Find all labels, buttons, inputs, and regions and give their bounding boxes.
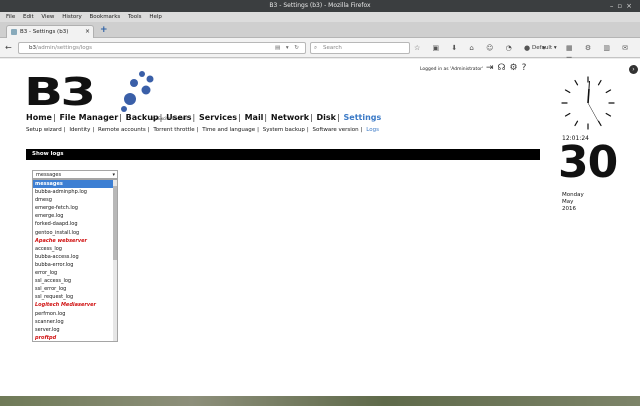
log-option-group: Logitech Mediaserver — [35, 302, 96, 309]
url-path: /admin/settings/logs — [36, 45, 92, 51]
section-header: Show logs — [26, 149, 540, 160]
tab-strip: B3 - Settings (b3) × + — [0, 22, 640, 38]
chevron-down-icon: ▾ — [112, 172, 115, 178]
subnav-logs[interactable]: Logs — [366, 127, 379, 133]
header-icons: ⇥☊⚙? — [486, 63, 530, 73]
logo-text: B3 — [24, 70, 96, 114]
menu-bookmarks[interactable]: Bookmarks — [90, 14, 121, 20]
log-option-group: proftpd — [35, 334, 57, 341]
logo-dots-icon — [121, 71, 154, 112]
scrollbar-thumb[interactable] — [113, 186, 117, 260]
log-option[interactable]: error_log — [33, 269, 117, 277]
back-icon[interactable]: ← — [5, 42, 12, 54]
toolbar-icons[interactable]: ☆ ▣ ⬇ ⌂ ☺ ◔ ● ▾ — [414, 42, 551, 54]
b3-logo[interactable]: B3 by Excito Sweden — [24, 71, 187, 121]
window-controls[interactable]: –▫× — [610, 0, 636, 12]
log-option[interactable]: bubba-error.log — [33, 261, 117, 269]
nav-mail[interactable]: Mail — [245, 113, 264, 122]
nav-file-manager[interactable]: File Manager — [59, 113, 118, 122]
log-option[interactable]: perfmon.log — [33, 310, 117, 318]
log-option[interactable]: gentoo_install.log — [33, 229, 117, 237]
settings-subnav: Setup wizard | Identity | Remote accounts |… — [26, 127, 379, 133]
menu-history[interactable]: History — [62, 14, 82, 20]
log-option[interactable]: server.log — [33, 326, 117, 334]
calendar-month: May — [562, 199, 574, 205]
search-placeholder: Search — [323, 45, 342, 51]
url-host: b3 — [29, 45, 36, 51]
log-select-value: messages — [36, 172, 62, 178]
log-option[interactable]: bubba-access.log — [33, 253, 117, 261]
default-label: Default — [532, 45, 553, 51]
tab-label: B3 - Settings (b3) — [20, 29, 69, 35]
question-icon[interactable]: ? — [522, 63, 531, 73]
calendar-day: 30 — [558, 137, 618, 188]
log-option[interactable]: forked-daapd.log — [33, 220, 117, 228]
browser-window: B3 - Settings (b3) - Mozilla Firefox –▫×… — [0, 0, 640, 396]
nav-network[interactable]: Network — [271, 113, 309, 122]
navigation-toolbar: ← b3/admin/settings/logs ▤ ▾ ↻ ⌕ Search … — [0, 38, 640, 64]
log-option[interactable]: emerge-fetch.log — [33, 204, 117, 212]
nav-services[interactable]: Services — [199, 113, 237, 122]
subnav-software-version[interactable]: Software version — [313, 127, 359, 133]
log-select[interactable]: messages ▾ — [32, 170, 118, 179]
subnav-identity[interactable]: Identity — [69, 127, 90, 133]
log-option-group: Apache webserver — [35, 237, 88, 244]
logout-icon[interactable]: ⇥ — [486, 63, 498, 73]
favicon-icon — [11, 29, 17, 35]
menu-help[interactable]: Help — [149, 14, 162, 20]
search-icon: ⌕ — [314, 45, 318, 51]
subnav-remote-accounts[interactable]: Remote accounts — [98, 127, 146, 133]
menu-view[interactable]: View — [41, 14, 54, 20]
nav-users[interactable]: Users — [166, 113, 191, 122]
window-titlebar: B3 - Settings (b3) - Mozilla Firefox –▫× — [0, 0, 640, 12]
log-option[interactable]: ssl_access_log — [33, 277, 117, 285]
web-page: › B3 by Excito Sweden Logged in as 'Admi… — [0, 59, 640, 396]
gear-icon[interactable]: ⚙ — [510, 63, 522, 73]
log-option[interactable]: access_log — [33, 245, 117, 253]
log-option[interactable]: dmesg — [33, 196, 117, 204]
logged-in-status: Logged in as 'Administrator' — [420, 67, 484, 72]
new-tab-button[interactable]: + — [100, 25, 108, 35]
default-profile[interactable]: Default ▾ — [532, 42, 557, 54]
menu-file[interactable]: File — [6, 14, 15, 20]
search-input[interactable]: ⌕ Search — [310, 42, 410, 54]
log-option[interactable]: messages — [33, 180, 117, 189]
nav-home[interactable]: Home — [26, 113, 52, 122]
analog-clock — [561, 76, 615, 130]
subnav-torrent-throttle[interactable]: Torrent throttle — [153, 127, 194, 133]
close-tab-icon[interactable]: × — [85, 26, 90, 38]
tab-b3-settings[interactable]: B3 - Settings (b3) × — [6, 25, 94, 38]
nav-disk[interactable]: Disk — [317, 113, 336, 122]
menubar: File Edit View History Bookmarks Tools H… — [0, 12, 640, 22]
menu-edit[interactable]: Edit — [23, 14, 34, 20]
log-option[interactable]: scanner.log — [33, 318, 117, 326]
url-actions-icon[interactable]: ▤ ▾ ↻ — [275, 43, 301, 54]
log-option[interactable]: ssl_error_log — [33, 285, 117, 293]
menu-tools[interactable]: Tools — [128, 14, 142, 20]
nav-backup[interactable]: Backup — [126, 113, 159, 122]
chevron-right-icon[interactable]: › — [629, 65, 638, 74]
log-option[interactable]: ssl_request_log — [33, 293, 117, 301]
main-navigation: Home| File Manager| Backup| Users| Servi… — [26, 113, 382, 122]
help-desk-icon[interactable]: ☊ — [498, 63, 510, 73]
calendar-weekday: Monday — [562, 192, 584, 198]
subnav-time-language[interactable]: Time and language — [202, 127, 255, 133]
listbox-scrollbar[interactable] — [113, 180, 117, 341]
subnav-setup-wizard[interactable]: Setup wizard — [26, 127, 62, 133]
log-listbox[interactable]: messages bubba-adminphp.log dmesg emerge-fe… — [32, 179, 118, 342]
calendar-year: 2016 — [562, 206, 576, 212]
log-option[interactable]: bubba-adminphp.log — [33, 188, 117, 196]
log-option[interactable]: emerge.log — [33, 212, 117, 220]
window-title: B3 - Settings (b3) - Mozilla Firefox — [269, 2, 371, 9]
subnav-system-backup[interactable]: System backup — [263, 127, 305, 133]
url-bar[interactable]: b3/admin/settings/logs ▤ ▾ ↻ — [18, 42, 306, 54]
nav-settings[interactable]: Settings — [344, 113, 382, 122]
